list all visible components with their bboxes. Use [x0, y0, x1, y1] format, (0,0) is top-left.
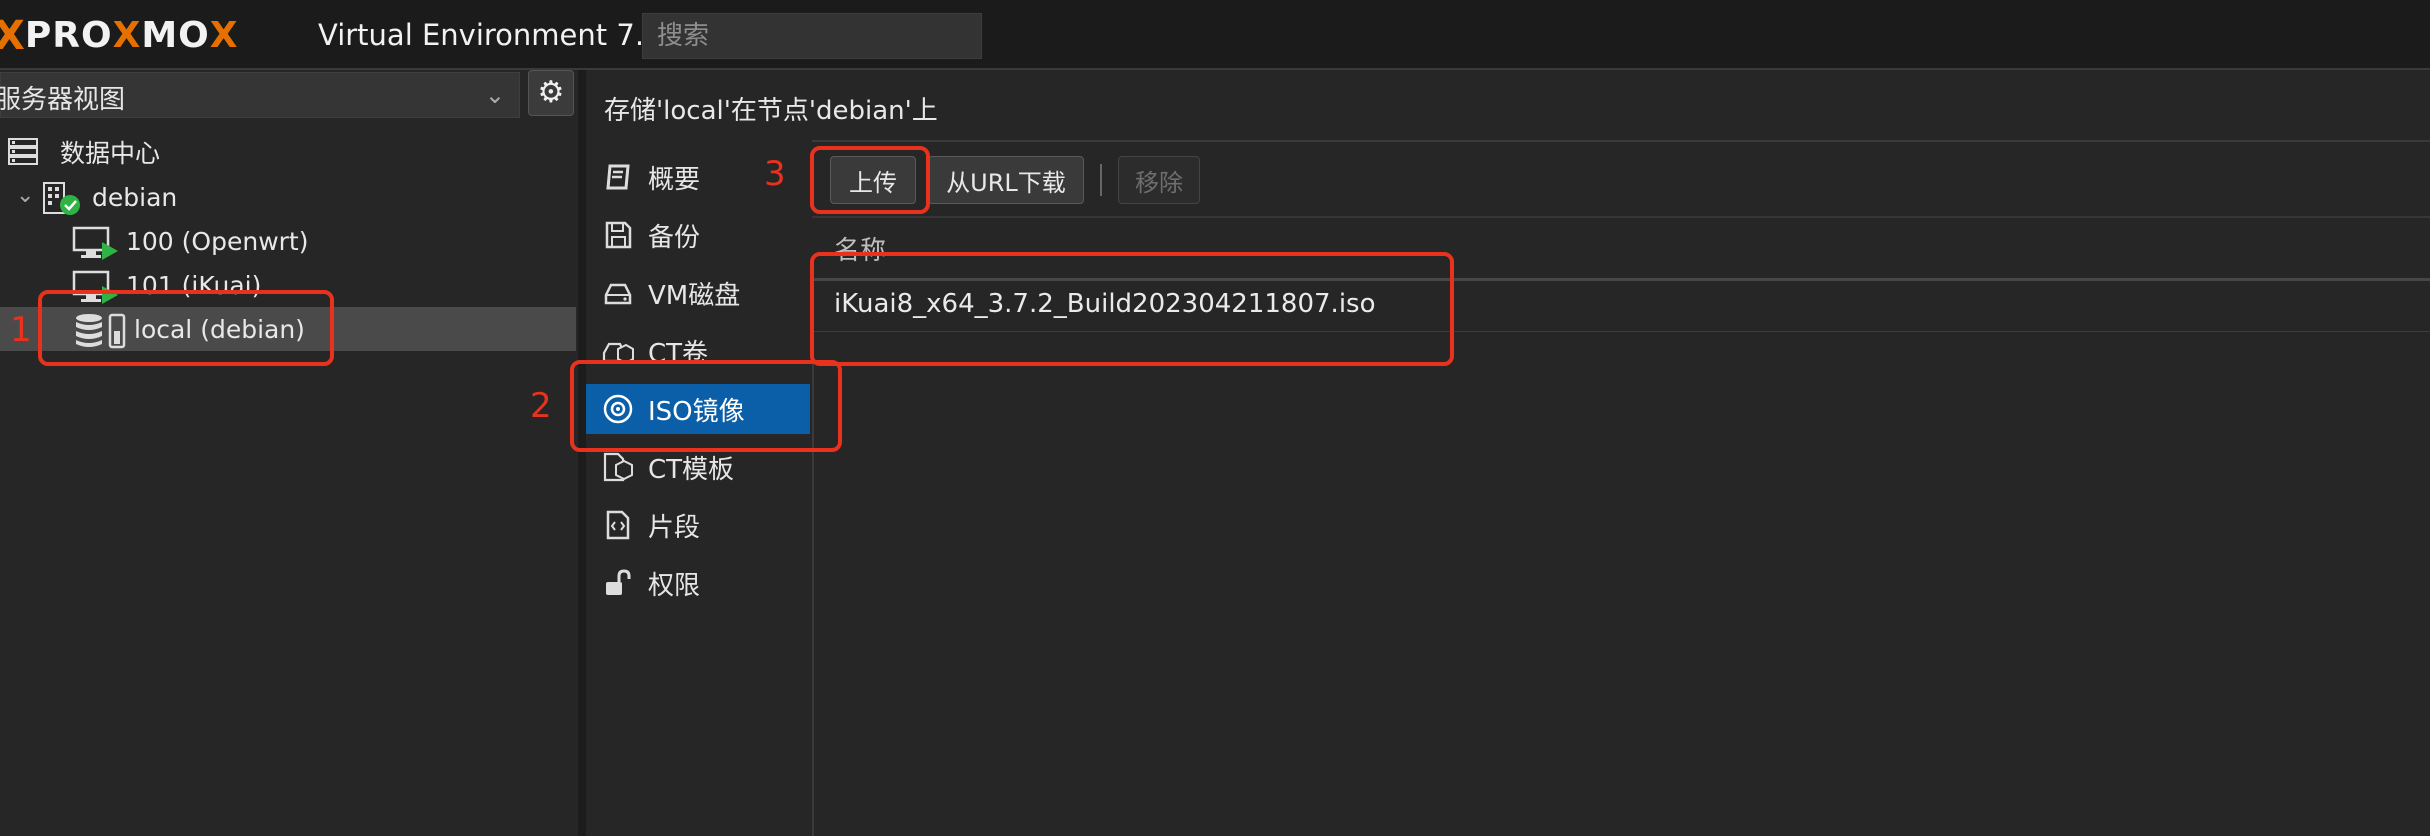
logo-x-mark-3: X	[209, 15, 239, 56]
tree-item-vm-100[interactable]: 100 (Openwrt)	[0, 219, 576, 263]
view-select-value: 服务器视图	[0, 85, 126, 115]
view-select[interactable]: 服务器视图 ⌄	[0, 72, 520, 118]
code-file-icon	[606, 510, 630, 540]
nav-item-snippets[interactable]: 片段	[586, 500, 810, 550]
annotation-box-3	[810, 146, 930, 214]
annotation-box-1	[38, 290, 334, 366]
nav-item-backup[interactable]: 备份	[586, 210, 810, 260]
tree-item-node-debian[interactable]: ⌄ debian	[0, 175, 576, 219]
nav-item-label: 片段	[648, 512, 701, 543]
search-input[interactable]	[642, 13, 982, 59]
nav-item-label: 概要	[648, 164, 701, 195]
nav-item-label: 备份	[648, 222, 701, 253]
product-version: Virtual Environment 7.4-3	[318, 18, 692, 52]
page-title: 存储'local'在节点'debian'上	[604, 96, 938, 126]
download-from-url-button[interactable]: 从URL下载	[928, 156, 1084, 204]
chevron-down-icon[interactable]: ⌄	[16, 183, 34, 208]
annotation-box-2	[570, 360, 842, 452]
nav-item-label: CT模板	[648, 454, 735, 485]
proxmox-logo[interactable]: X PRO X MO X	[0, 14, 239, 58]
annotation-number-1: 1	[10, 310, 32, 350]
nav-item-label: 权限	[648, 570, 701, 601]
nav-item-label: VM磁盘	[648, 280, 741, 311]
ct-template-icon	[603, 452, 633, 482]
tree-item-label: 100 (Openwrt)	[126, 226, 309, 256]
remove-button[interactable]: 移除	[1118, 156, 1200, 204]
tree-item-datacenter[interactable]: 数据中心	[0, 130, 576, 174]
logo-x-mark-2: X	[112, 15, 142, 56]
floppy-icon	[605, 221, 632, 249]
datacenter-icon	[8, 138, 38, 165]
nav-item-permissions[interactable]: 权限	[586, 558, 810, 608]
unlock-icon	[606, 569, 631, 595]
toolbar-separator	[1100, 164, 1102, 196]
chevron-down-icon: ⌄	[484, 81, 505, 109]
logo-text-pro: PRO	[24, 15, 113, 56]
book-icon	[606, 164, 630, 190]
annotation-number-3: 3	[764, 154, 786, 194]
gear-icon: ⚙	[537, 75, 565, 110]
tree-item-label: debian	[92, 182, 178, 212]
content-header: 存储'local'在节点'debian'上	[586, 70, 2430, 142]
annotation-box-file	[810, 252, 1454, 366]
annotation-number-2: 2	[530, 386, 552, 426]
harddisk-icon	[604, 283, 632, 305]
panel-splitter[interactable]	[578, 70, 586, 836]
logo-x-mark: X	[0, 13, 25, 59]
tree-settings-button[interactable]: ⚙	[528, 70, 574, 116]
nav-item-vm-disks[interactable]: VM磁盘	[586, 268, 810, 318]
tree-item-label: 数据中心	[60, 139, 161, 168]
logo-text-mo: MO	[141, 15, 210, 56]
node-online-icon	[43, 182, 80, 215]
vm-running-icon	[72, 226, 118, 260]
